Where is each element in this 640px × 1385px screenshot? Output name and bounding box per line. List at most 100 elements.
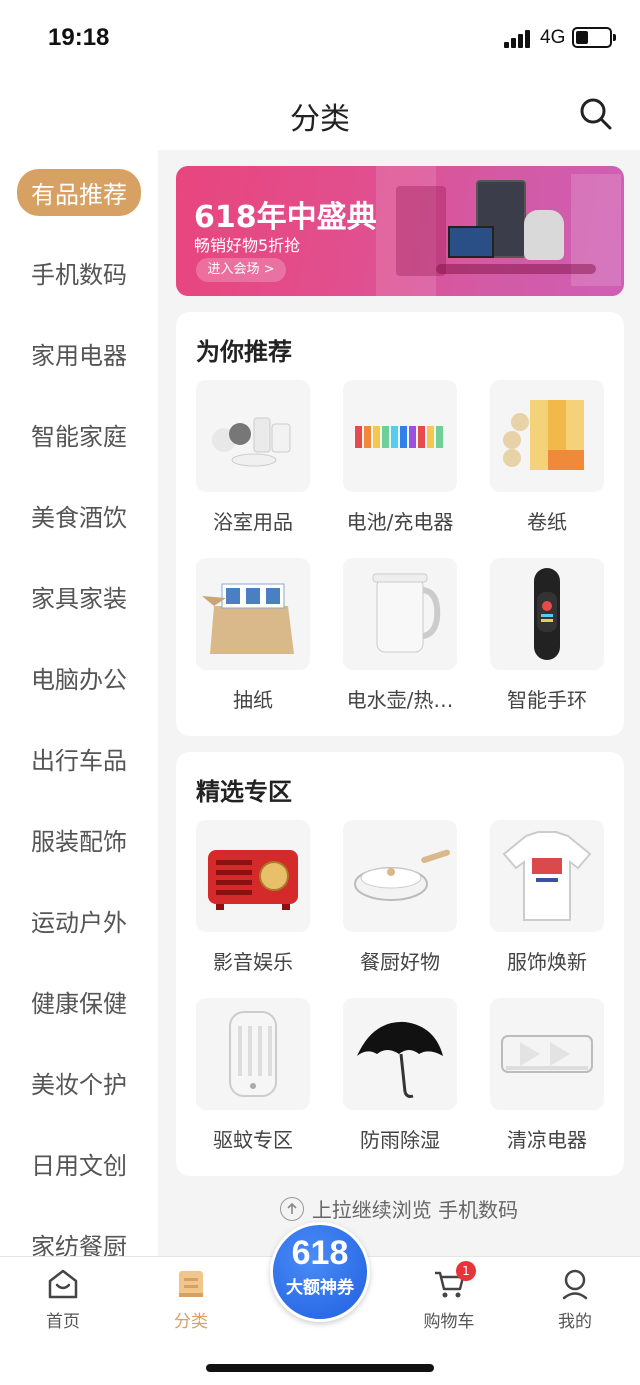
load-more-hint[interactable]: 上拉继续浏览 手机数码 [158, 1194, 640, 1223]
category-audio-video[interactable]: 影音娱乐 [188, 820, 318, 980]
category-icon [179, 1271, 203, 1297]
search-icon[interactable] [578, 96, 614, 132]
battery-icon [572, 27, 616, 48]
page-title: 分类 [290, 102, 350, 137]
sidebar-item-label: 有品推荐 [17, 168, 141, 216]
home-icon [48, 1269, 78, 1299]
bath-supplies-icon [196, 380, 310, 492]
recommend-card: 为你推荐 浴室用品 电池/充电器 卷纸 抽纸 电水壶/热… 智能手环 [176, 312, 624, 736]
category-label: 影音娱乐 [213, 950, 293, 974]
sidebar-item-phones[interactable]: 手机数码 [0, 242, 158, 302]
promo-618-button[interactable]: 618 大额神券 [270, 1222, 370, 1322]
air-conditioner-icon [490, 998, 604, 1110]
category-sidebar: 有品推荐 手机数码 家用电器 智能家庭 美食酒饮 家具家装 电脑办公 出行车品 … [0, 150, 158, 1256]
tab-mine[interactable]: 我的 [530, 1267, 620, 1337]
banner-subtitle: 畅销好物5折抢 [194, 236, 301, 255]
sidebar-item-label: 手机数码 [31, 260, 127, 289]
category-label: 服饰焕新 [507, 950, 587, 974]
banner-title: 618年中盛典 [194, 200, 377, 235]
sidebar-item-label: 运动户外 [31, 908, 127, 937]
toilet-paper-icon [490, 380, 604, 492]
category-mosquito[interactable]: 驱蚊专区 [188, 998, 318, 1158]
sidebar-item-sports[interactable]: 运动户外 [0, 890, 158, 950]
category-cooling[interactable]: 清凉电器 [482, 998, 612, 1158]
sidebar-item-label: 美食酒饮 [31, 503, 127, 532]
sidebar-item-travel[interactable]: 出行车品 [0, 728, 158, 788]
category-bath-supplies[interactable]: 浴室用品 [188, 380, 318, 540]
sidebar-item-appliances[interactable]: 家用电器 [0, 323, 158, 383]
umbrella-icon [343, 998, 457, 1110]
sidebar-item-beauty[interactable]: 美妆个护 [0, 1052, 158, 1112]
massage-chair-icon [524, 210, 564, 260]
sidebar-item-label: 家纺餐厨 [31, 1232, 127, 1257]
tab-cart[interactable]: 1 购物车 [404, 1261, 494, 1337]
sidebar-item-label: 日用文创 [31, 1151, 127, 1180]
tab-category[interactable]: 分类 [146, 1267, 236, 1337]
tissue-box-icon [196, 558, 310, 670]
tv-icon [448, 226, 494, 258]
category-label: 浴室用品 [213, 510, 293, 534]
promo-banner[interactable]: 618年中盛典 畅销好物5折抢 进入会场 > [176, 166, 624, 296]
user-icon [562, 1269, 588, 1300]
category-label: 抽纸 [233, 688, 273, 712]
kettle-icon [343, 558, 457, 670]
category-label: 清凉电器 [507, 1128, 587, 1152]
sidebar-item-label: 美妆个护 [31, 1070, 127, 1099]
promo-text: 大额神券 [286, 1278, 354, 1298]
frying-pan-icon [343, 820, 457, 932]
status-time: 19:18 [48, 24, 110, 51]
tab-label: 我的 [558, 1312, 592, 1332]
main-content: 618年中盛典 畅销好物5折抢 进入会场 > 为你推荐 浴室用品 电池/充电器 … [158, 150, 640, 1256]
tab-label: 购物车 [423, 1312, 475, 1332]
category-kettle[interactable]: 电水壶/热… [335, 558, 465, 718]
category-smart-band[interactable]: 智能手环 [482, 558, 612, 718]
network-type: 4G [540, 27, 566, 48]
sidebar-item-furniture[interactable]: 家具家装 [0, 566, 158, 626]
sidebar-item-textiles[interactable]: 家纺餐厨 [0, 1214, 158, 1257]
arrow-up-icon [279, 1196, 304, 1221]
featured-title: 精选专区 [196, 778, 292, 806]
category-tissues[interactable]: 抽纸 [188, 558, 318, 718]
sidebar-item-label: 智能家庭 [31, 422, 127, 451]
recommend-title: 为你推荐 [196, 338, 292, 366]
category-clothing[interactable]: 服饰焕新 [482, 820, 612, 980]
sidebar-item-label: 电脑办公 [31, 665, 127, 694]
enter-venue-button[interactable]: 进入会场 > [196, 258, 286, 282]
tab-home[interactable]: 首页 [18, 1267, 108, 1337]
nav-bar: 分类 [0, 78, 640, 150]
smart-band-icon [490, 558, 604, 670]
category-label: 电水壶/热… [346, 688, 454, 712]
tab-label: 分类 [174, 1312, 208, 1332]
category-batteries[interactable]: 电池/充电器 [335, 380, 465, 540]
tab-label: 首页 [46, 1312, 80, 1332]
sidebar-item-food[interactable]: 美食酒饮 [0, 485, 158, 545]
sidebar-item-apparel[interactable]: 服装配饰 [0, 809, 158, 869]
signal-icon [504, 28, 534, 48]
sidebar-item-computers[interactable]: 电脑办公 [0, 647, 158, 707]
radio-speaker-icon [196, 820, 310, 932]
sidebar-item-label: 家具家装 [31, 584, 127, 613]
category-label: 防雨除湿 [360, 1128, 440, 1152]
category-label: 驱蚊专区 [213, 1128, 293, 1152]
battery-icon [343, 380, 457, 492]
home-indicator [206, 1364, 434, 1372]
sidebar-item-label: 健康保健 [31, 989, 127, 1018]
category-rain[interactable]: 防雨除湿 [335, 998, 465, 1158]
category-label: 餐厨好物 [360, 950, 440, 974]
sidebar-item-label: 家用电器 [31, 341, 127, 370]
sidebar-item-health[interactable]: 健康保健 [0, 971, 158, 1031]
sidebar-item-smart-home[interactable]: 智能家庭 [0, 404, 158, 464]
category-label: 电池/充电器 [346, 510, 454, 534]
load-more-text: 上拉继续浏览 手机数码 [311, 1198, 519, 1222]
tshirt-icon [490, 820, 604, 932]
sidebar-item-daily[interactable]: 日用文创 [0, 1133, 158, 1193]
category-label: 卷纸 [527, 510, 567, 534]
category-label: 智能手环 [507, 688, 587, 712]
sidebar-item-label: 服装配饰 [31, 827, 127, 856]
category-kitchen[interactable]: 餐厨好物 [335, 820, 465, 980]
status-bar: 19:18 4G [0, 0, 640, 78]
mosquito-lamp-icon [196, 998, 310, 1110]
sidebar-item-recommend[interactable]: 有品推荐 [0, 162, 158, 222]
category-toilet-paper[interactable]: 卷纸 [482, 380, 612, 540]
sidebar-item-label: 出行车品 [31, 746, 127, 775]
